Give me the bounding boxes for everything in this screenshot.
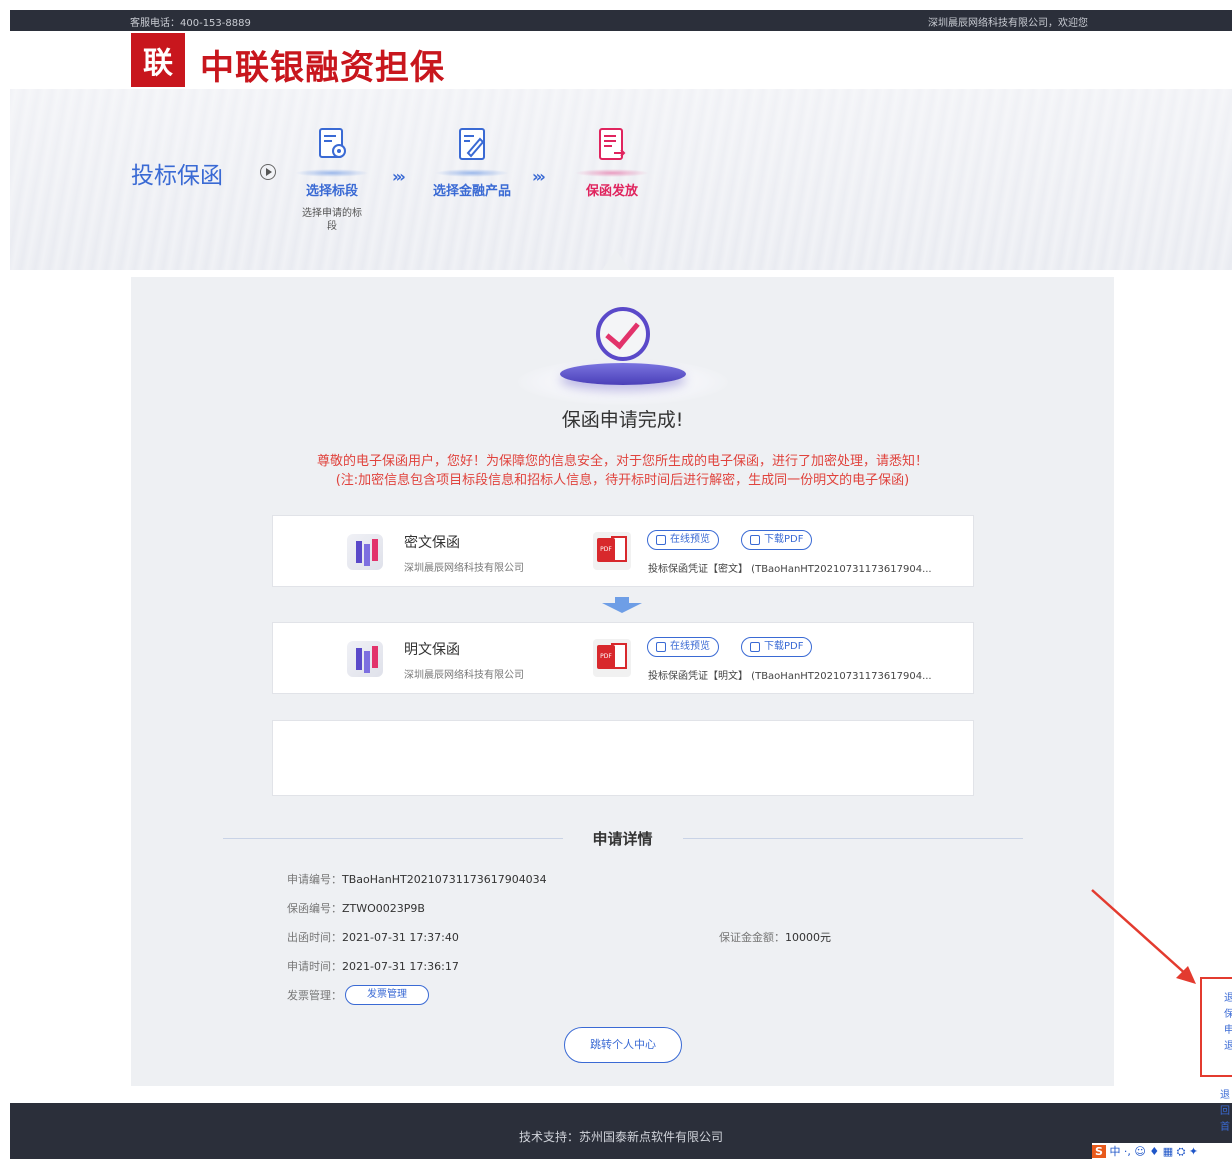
site-footer: 技术支持：苏州国泰新点软件有限公司 <box>10 1103 1232 1159</box>
success-illustration <box>508 297 738 407</box>
preview-button[interactable]: 在线预览 <box>647 637 719 657</box>
step-select-product: 选择金融产品 <box>432 125 512 201</box>
field-value: 2021-07-31 17:36:17 <box>342 960 459 973</box>
file-name[interactable]: 投标保函凭证【密文】 (TBaoHanHT20210731173617904..… <box>648 560 932 575</box>
tech-support-text: 技术支持：苏州国泰新点软件有限公司 <box>518 1130 723 1144</box>
personal-center-button[interactable]: 跳转个人中心 <box>564 1027 682 1063</box>
step-arrow-icon: ››› <box>392 167 406 186</box>
step-desc: 选择申请的标段 <box>302 208 362 232</box>
step-label: 选择标段 <box>305 184 358 199</box>
issue-document-icon <box>592 125 632 165</box>
download-pdf-button[interactable]: 下载PDF <box>741 637 813 657</box>
encryption-notice: 尊敬的电子保函用户，您好！为保障您的信息安全，对于您所生成的电子保函，进行了加密… <box>131 452 1114 490</box>
preview-icon <box>656 642 666 652</box>
preview-icon <box>656 535 666 545</box>
apply-number-row: 申请编号：TBaoHanHT20210731173617904034 <box>287 871 547 887</box>
field-value: 10000元 <box>785 931 831 944</box>
active-step-pointer <box>602 250 630 270</box>
preview-label: 在线预览 <box>670 534 710 545</box>
deposit-amount-row: 保证金金额：10000元 <box>719 929 831 945</box>
pedestal-disc <box>560 363 686 385</box>
building-doc-icon <box>347 641 383 677</box>
guarantee-number-row: 保函编号：ZTWO0023P9B <box>287 900 425 916</box>
invoice-management-button[interactable]: 发票管理 <box>345 985 429 1005</box>
field-label: 出函时间： <box>287 931 342 944</box>
step-select-section: 选择标段 选择申请的标段 <box>292 125 372 233</box>
side-float-tab-2[interactable]: 退 回 首 <box>1220 1088 1232 1148</box>
building-doc-icon <box>347 534 383 570</box>
card-company: 深圳晨辰网络科技有限公司 <box>404 563 524 574</box>
download-label: 下载PDF <box>764 534 804 545</box>
side-float-tab[interactable]: 退 保 申 退 <box>1200 977 1232 1077</box>
encrypted-guarantee-card: 密文保函 深圳晨辰网络科技有限公司 PDF 在线预览 下载PDF 投标保函凭证【… <box>272 515 974 587</box>
preview-button[interactable]: 在线预览 <box>647 530 719 550</box>
field-value: ZTWO0023P9B <box>342 902 425 915</box>
invoice-row: 发票管理： <box>287 987 342 1003</box>
field-value: 2021-07-31 17:37:40 <box>342 931 459 944</box>
check-icon <box>596 307 650 361</box>
empty-card <box>272 720 974 796</box>
progress-banner: 投标保函 选择标段 选择申请的标段 ››› 选择金融产品 ››› 保函发放 <box>10 89 1232 270</box>
apply-time-row: 申请时间：2021-07-31 17:36:17 <box>287 958 459 974</box>
welcome-text: 深圳晨辰网络科技有限公司，欢迎您 <box>928 18 1088 29</box>
download-label: 下载PDF <box>764 641 804 652</box>
plaintext-guarantee-card: 明文保函 深圳晨辰网络科技有限公司 PDF 在线预览 下载PDF 投标保函凭证【… <box>272 622 974 694</box>
service-phone: 客服电话：400-153-8889 <box>130 18 251 29</box>
top-bar: 客服电话：400-153-8889 深圳晨辰网络科技有限公司，欢迎您 <box>10 10 1232 31</box>
result-title: 保函申请完成! <box>561 409 684 431</box>
field-label: 申请时间： <box>287 960 342 973</box>
annotation-arrow-icon <box>1091 889 1196 984</box>
step-glow <box>295 169 369 177</box>
ime-status[interactable]: 中 ·, ☺ ♦ ▦ ⛭ ✦ <box>1109 1145 1198 1158</box>
step-issue-guarantee: 保函发放 <box>572 125 652 201</box>
card-title: 明文保函 <box>404 642 460 658</box>
step-glow <box>435 169 509 177</box>
field-label: 保证金金额： <box>719 931 785 944</box>
pdf-file-icon: PDF <box>593 639 631 677</box>
file-name[interactable]: 投标保函凭证【明文】 (TBaoHanHT20210731173617904..… <box>648 667 932 682</box>
preview-label: 在线预览 <box>670 641 710 652</box>
notice-line: (注:加密信息包含项目标段信息和招标人信息，待开标时间后进行解密，生成同一份明文… <box>335 473 910 488</box>
ime-toolbar[interactable]: S 中 ·, ☺ ♦ ▦ ⛭ ✦ <box>1092 1143 1232 1159</box>
down-arrow-icon <box>602 597 642 613</box>
sogou-ime-icon[interactable]: S <box>1092 1145 1106 1158</box>
field-label: 发票管理： <box>287 989 342 1002</box>
pdf-file-icon: PDF <box>593 532 631 570</box>
field-label: 申请编号： <box>287 873 342 886</box>
step-label: 选择金融产品 <box>432 184 511 199</box>
field-label: 保函编号： <box>287 902 342 915</box>
edit-document-icon <box>452 125 492 165</box>
brand-name[interactable]: 中联银融资担保 <box>200 40 445 89</box>
brand-logo[interactable]: 联 <box>131 33 185 87</box>
download-icon <box>750 535 760 545</box>
step-label: 保函发放 <box>585 184 638 199</box>
notice-line: 尊敬的电子保函用户，您好！为保障您的信息安全，对于您所生成的电子保函，进行了加密… <box>316 454 928 469</box>
download-pdf-button[interactable]: 下载PDF <box>741 530 813 550</box>
step-arrow-icon: ››› <box>532 167 546 186</box>
step-glow <box>575 169 649 177</box>
details-heading: 申请详情 <box>592 830 653 848</box>
card-company: 深圳晨辰网络科技有限公司 <box>404 670 524 681</box>
issue-time-row: 出函时间：2021-07-31 17:37:40 <box>287 929 459 945</box>
field-value: TBaoHanHT20210731173617904034 <box>342 873 547 886</box>
result-panel: 保函申请完成! 尊敬的电子保函用户，您好！为保障您的信息安全，对于您所生成的电子… <box>131 277 1114 1086</box>
download-icon <box>750 642 760 652</box>
document-seal-icon <box>312 125 352 165</box>
play-circle-icon <box>260 164 276 180</box>
card-title: 密文保函 <box>404 535 460 551</box>
section-title: 投标保函 <box>131 163 223 189</box>
site-header: 联 中联银融资担保 <box>10 31 1232 89</box>
